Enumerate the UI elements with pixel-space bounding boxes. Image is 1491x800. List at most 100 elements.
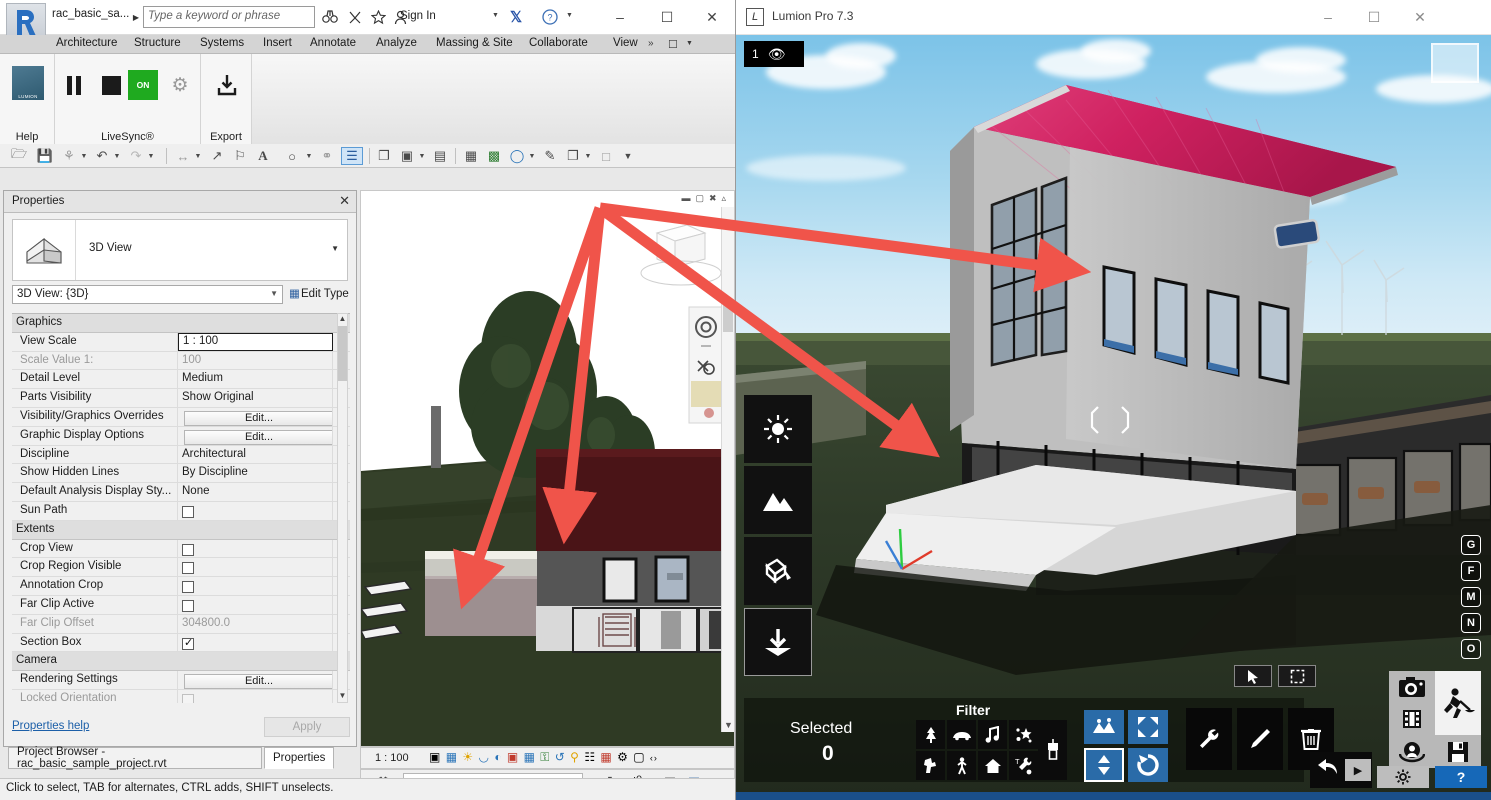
edit-button[interactable]: Edit... xyxy=(184,410,332,426)
property-value[interactable] xyxy=(178,558,333,577)
measure-icon[interactable]: ↔ xyxy=(174,147,192,165)
scroll-down-icon[interactable]: ▼ xyxy=(338,691,347,702)
property-checkbox[interactable] xyxy=(182,562,194,575)
property-row[interactable]: Graphic Display Options Edit... xyxy=(12,426,350,446)
property-row[interactable]: Annotation Crop xyxy=(12,577,350,596)
lumion-minimize-button[interactable]: – xyxy=(1305,0,1351,34)
property-value[interactable]: Edit... xyxy=(178,671,333,689)
undo-button[interactable] xyxy=(1310,758,1344,782)
ribbon-display-options-icon[interactable]: ☐ xyxy=(668,38,678,51)
sync-icon[interactable]: ⚘ xyxy=(60,147,78,165)
lumion-logo-button[interactable] xyxy=(12,66,44,100)
building-filter-button[interactable] xyxy=(978,751,1007,780)
edit-button[interactable]: Edit... xyxy=(184,674,332,689)
property-checkbox[interactable] xyxy=(182,505,194,518)
property-checkbox[interactable] xyxy=(182,636,194,650)
visibility-graphics-icon[interactable]: ▩ xyxy=(485,147,503,165)
sound-filter-button[interactable] xyxy=(978,720,1007,749)
property-row[interactable]: Far Clip Active xyxy=(12,595,350,615)
property-group-header[interactable]: Extents⌃ xyxy=(12,520,350,540)
revit-3d-view[interactable]: ▬▢✖▵ ▼ xyxy=(360,190,735,747)
property-value[interactable]: By Discipline xyxy=(178,464,333,483)
tab-project-browser[interactable]: Project Browser - rac_basic_sample_proje… xyxy=(8,746,262,770)
property-value[interactable] xyxy=(178,633,333,652)
pause-button[interactable] xyxy=(59,70,89,100)
doc-menu-arrow-icon[interactable]: ▶ xyxy=(130,8,142,26)
property-value[interactable]: 304800.0 xyxy=(178,614,333,633)
render-gallery-icon[interactable]: ✎ xyxy=(541,147,559,165)
render-icon[interactable]: ◯ xyxy=(508,147,526,165)
scatter-button[interactable] xyxy=(1084,710,1124,744)
view-scroll-down-icon[interactable]: ▼ xyxy=(724,720,733,730)
user-interface-icon[interactable]: ▦ xyxy=(462,147,480,165)
shortcut-key-f[interactable]: F xyxy=(1461,561,1481,581)
undo-icon[interactable]: ↶ xyxy=(93,147,111,165)
tab-systems[interactable]: Systems xyxy=(200,37,244,49)
autodesk-x-icon[interactable]: 𝕏 xyxy=(506,7,526,27)
section-icon[interactable]: ⚭ xyxy=(318,147,336,165)
tab-insert[interactable]: Insert xyxy=(263,37,292,49)
size-button[interactable] xyxy=(1128,710,1168,744)
property-row[interactable]: Crop Region Visible xyxy=(12,558,350,578)
tab-annotate[interactable]: Annotate xyxy=(310,37,356,49)
lumion-close-button[interactable]: ✕ xyxy=(1397,0,1443,34)
property-row[interactable]: Crop View xyxy=(12,539,350,559)
property-row[interactable]: Default Analysis Display Sty... None xyxy=(12,483,350,502)
lights-filter-button[interactable] xyxy=(1038,720,1067,780)
property-row[interactable]: Scale Value 1: 100 xyxy=(12,351,350,371)
scrollbar-thumb[interactable] xyxy=(338,326,347,381)
aligned-dimension-icon[interactable]: ↗ xyxy=(208,147,226,165)
search-input[interactable]: Type a keyword or phrase xyxy=(143,6,315,28)
revit-minimize-button[interactable]: – xyxy=(598,2,642,32)
apply-button[interactable]: Apply xyxy=(264,717,350,737)
property-row[interactable]: Show Hidden Lines By Discipline xyxy=(12,464,350,484)
property-value[interactable]: Edit... xyxy=(178,426,333,445)
property-row[interactable]: Locked Orientation xyxy=(12,689,350,703)
shortcut-key-g[interactable]: G xyxy=(1461,535,1481,555)
people-filter-button[interactable] xyxy=(916,751,945,780)
property-row[interactable]: Rendering Settings Edit... xyxy=(12,671,350,690)
exchange-icon[interactable] xyxy=(345,7,365,27)
landscape-button[interactable] xyxy=(744,466,812,534)
property-value[interactable]: Show Original xyxy=(178,389,333,407)
duplicate-view-icon[interactable]: ❐ xyxy=(564,147,582,165)
open-icon[interactable]: 🗁 xyxy=(10,146,28,165)
help-icon[interactable]: ? xyxy=(540,7,560,27)
eye-icon[interactable]: 👁 xyxy=(768,46,786,63)
redo-icon[interactable]: ↷ xyxy=(127,147,145,165)
redo-button[interactable]: ▶ xyxy=(1345,759,1371,781)
help-chevron-down-icon[interactable]: ▼ xyxy=(566,12,573,19)
shortcut-key-n[interactable]: N xyxy=(1461,613,1481,633)
transport-filter-button[interactable] xyxy=(947,720,976,749)
property-value[interactable]: Medium xyxy=(178,370,333,389)
view-vertical-scrollbar[interactable]: ▼ xyxy=(721,207,734,732)
view-scrollbar-thumb[interactable] xyxy=(723,302,733,332)
star-icon[interactable] xyxy=(368,7,388,27)
view-window-controls[interactable]: ▬▢✖▵ xyxy=(681,193,731,204)
qat-overflow-icon[interactable]: ▼ xyxy=(622,147,634,165)
edit-button[interactable] xyxy=(1237,708,1283,770)
scene-badge[interactable]: 1 👁 xyxy=(744,41,804,67)
sign-in-chevron-down-icon[interactable]: ▼ xyxy=(492,12,499,19)
ribbon-options-chevron-down-icon[interactable]: ▼ xyxy=(686,40,693,47)
property-row[interactable]: Sun Path xyxy=(12,501,350,521)
tile-windows-icon[interactable]: ▤ xyxy=(431,147,449,165)
properties-help-link[interactable]: Properties help xyxy=(12,720,89,732)
scroll-up-icon[interactable]: ▲ xyxy=(338,314,347,325)
property-value[interactable] xyxy=(178,577,333,595)
switch-windows-chevron-down-icon[interactable]: ▼ xyxy=(418,147,426,165)
property-value[interactable]: Architectural xyxy=(178,445,333,464)
property-value[interactable]: 100 xyxy=(178,351,333,370)
sync-chevron-down-icon[interactable]: ▼ xyxy=(80,147,88,165)
height-button[interactable] xyxy=(1084,748,1124,782)
shortcut-key-o[interactable]: O xyxy=(1461,639,1481,659)
type-selector-chevron-down-icon[interactable]: ▼ xyxy=(270,289,278,298)
settings-gear-button[interactable]: ⚙ xyxy=(165,70,195,100)
duplicate-chevron-down-icon[interactable]: ▼ xyxy=(584,147,592,165)
property-value[interactable] xyxy=(178,539,333,558)
select-tool[interactable] xyxy=(1234,665,1272,687)
panorama-button[interactable] xyxy=(1389,735,1435,768)
property-row[interactable]: Discipline Architectural xyxy=(12,445,350,465)
save-icon[interactable]: 💾 xyxy=(36,147,54,165)
render-chevron-down-icon[interactable]: ▼ xyxy=(528,147,536,165)
